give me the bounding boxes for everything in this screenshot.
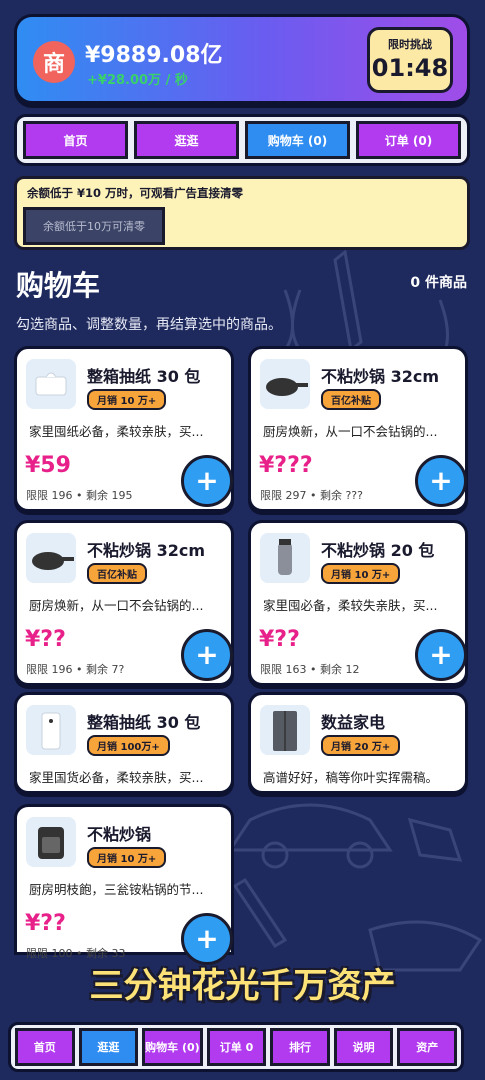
product-desc: 厨房焕新，从一口不会钻锅的...: [29, 598, 204, 613]
product-tag: 百亿补贴: [321, 389, 381, 410]
bottom-tab-orders[interactable]: 订单 0: [206, 1028, 267, 1066]
product-tag: 月销 100万+: [87, 735, 170, 756]
air-fryer-icon: [26, 817, 76, 867]
product-card[interactable]: 不粘炒锅 20 包 月销 10 万+ 家里囤必备，柔较失亲肤，买... ¥?? …: [248, 520, 468, 686]
product-desc: 家里国货必备，柔较亲肤，买...: [29, 770, 204, 785]
air-purifier-icon: [26, 705, 76, 755]
product-limit: 限限 163 • 剩余 12: [260, 663, 360, 676]
bottom-tab-home[interactable]: 首页: [15, 1028, 75, 1066]
product-desc: 家里囤纸必备，柔较亲肤，买...: [29, 424, 204, 439]
add-to-cart-button[interactable]: +: [415, 455, 467, 507]
product-price: ¥??: [259, 627, 300, 652]
product-price: ¥??: [25, 911, 66, 936]
product-desc: 厨房明枝飽，三瓮铵粘锅的节...: [29, 882, 204, 897]
product-tag: 月销 20 万+: [321, 735, 401, 756]
product-desc: 厨房焕新，从一口不会钻锅的...: [263, 424, 438, 439]
add-to-cart-button[interactable]: +: [181, 629, 233, 681]
balance-amount: ¥9889.08亿: [85, 43, 223, 68]
product-price: ¥???: [259, 453, 313, 478]
bottom-tab-browse[interactable]: 逛逛: [78, 1028, 139, 1066]
add-to-cart-button[interactable]: +: [415, 629, 467, 681]
cart-count: 0 件商品: [410, 275, 467, 291]
product-card[interactable]: 不粘炒锅 32cm 百亿补贴 厨房焕新，从一口不会钻锅的... ¥?? 限限 1…: [14, 520, 234, 686]
frying-pan-icon: [26, 533, 76, 583]
top-nav: 首页 逛逛 购物车 (0) 订单 (0): [14, 114, 470, 166]
balance-header: 商 ¥9889.08亿 +¥28.00万 / 秒 限时挑战 01:48: [14, 14, 470, 104]
product-limit: 限限 196 • 剩余 7?: [26, 663, 125, 676]
bottom-tab-ranking[interactable]: 排行: [270, 1028, 330, 1066]
product-tag: 月销 10 万+: [87, 847, 167, 868]
tab-orders[interactable]: 订单 (0): [356, 121, 461, 159]
product-card[interactable]: 数益家电 月销 20 万+ 高谱好好，稿等你叶实挥需稿。: [248, 692, 468, 794]
challenge-timer: 限时挑战 01:48: [367, 27, 453, 93]
product-desc: 高谱好好，稿等你叶实挥需稿。: [263, 770, 439, 785]
bottom-tab-help[interactable]: 说明: [333, 1028, 394, 1066]
product-name: 不粘炒锅 32cm: [321, 367, 439, 386]
product-card[interactable]: 不粘炒锅 32cm 百亿补贴 厨房焕新，从一口不会钻锅的... ¥??? 限限 …: [248, 346, 468, 512]
page-title: 购物车: [16, 269, 101, 302]
product-name: 不粘炒锅 20 包: [321, 541, 435, 560]
product-card[interactable]: 整箱抽纸 30 包 月销 10 万+ 家里囤纸必备，柔较亲肤，买... ¥59 …: [14, 346, 234, 512]
clear-balance-notice: 余额低于 ¥10 万时，可观看广告直接清零 余额低于10万可清零: [14, 176, 470, 250]
bottom-tab-assets[interactable]: 资产: [397, 1028, 458, 1066]
tab-cart[interactable]: 购物车 (0): [245, 121, 350, 159]
product-card[interactable]: 整箱抽纸 30 包 月销 100万+ 家里国货必备，柔较亲肤，买...: [14, 692, 234, 794]
product-name: 整箱抽纸 30 包: [87, 367, 201, 386]
product-desc: 家里囤必备，柔较失亲肤，买...: [263, 598, 438, 613]
thermos-icon: [260, 533, 310, 583]
product-tag: 百亿补贴: [87, 563, 147, 584]
notice-text: 余额低于 ¥10 万时，可观看广告直接清零: [27, 186, 244, 200]
tab-home[interactable]: 首页: [23, 121, 128, 159]
bottom-tab-cart[interactable]: 购物车 (0): [142, 1028, 203, 1066]
product-limit: 限限 196 • 剩余 195: [26, 489, 133, 502]
product-price: ¥??: [25, 627, 66, 652]
avatar[interactable]: 商: [33, 41, 75, 83]
product-name: 不粘炒锅 32cm: [87, 541, 205, 560]
timer-label: 限时挑战: [388, 38, 432, 51]
product-name: 不粘炒锅: [87, 825, 152, 844]
product-name: 整箱抽纸 30 包: [87, 713, 201, 732]
timer-value: 01:48: [371, 54, 449, 82]
product-name: 数益家电: [321, 713, 386, 732]
page-subtitle: 勾选商品、调整数量，再结算选中的商品。: [16, 317, 282, 333]
frying-pan-icon: [260, 359, 310, 409]
product-price: ¥59: [25, 453, 71, 478]
bottom-nav: 首页 逛逛 购物车 (0) 订单 0 排行 说明 资产: [8, 1022, 464, 1072]
product-card[interactable]: 不粘炒锅 月销 10 万+ 厨房明枝飽，三瓮铵粘锅的节... ¥?? 限限 10…: [14, 804, 234, 965]
product-limit: 限限 297 • 剩余 ???: [260, 489, 363, 502]
promo-banner: 三分钟花光千万资产: [89, 966, 396, 1006]
product-tag: 月销 10 万+: [87, 389, 167, 410]
tissue-box-icon: [26, 359, 76, 409]
product-tag: 月销 10 万+: [321, 563, 401, 584]
add-to-cart-button[interactable]: +: [181, 455, 233, 507]
income-rate: +¥28.00万 / 秒: [87, 73, 188, 88]
clear-balance-button[interactable]: 余额低于10万可清零: [23, 207, 165, 245]
refrigerator-icon: [260, 705, 310, 755]
tab-browse[interactable]: 逛逛: [134, 121, 239, 159]
